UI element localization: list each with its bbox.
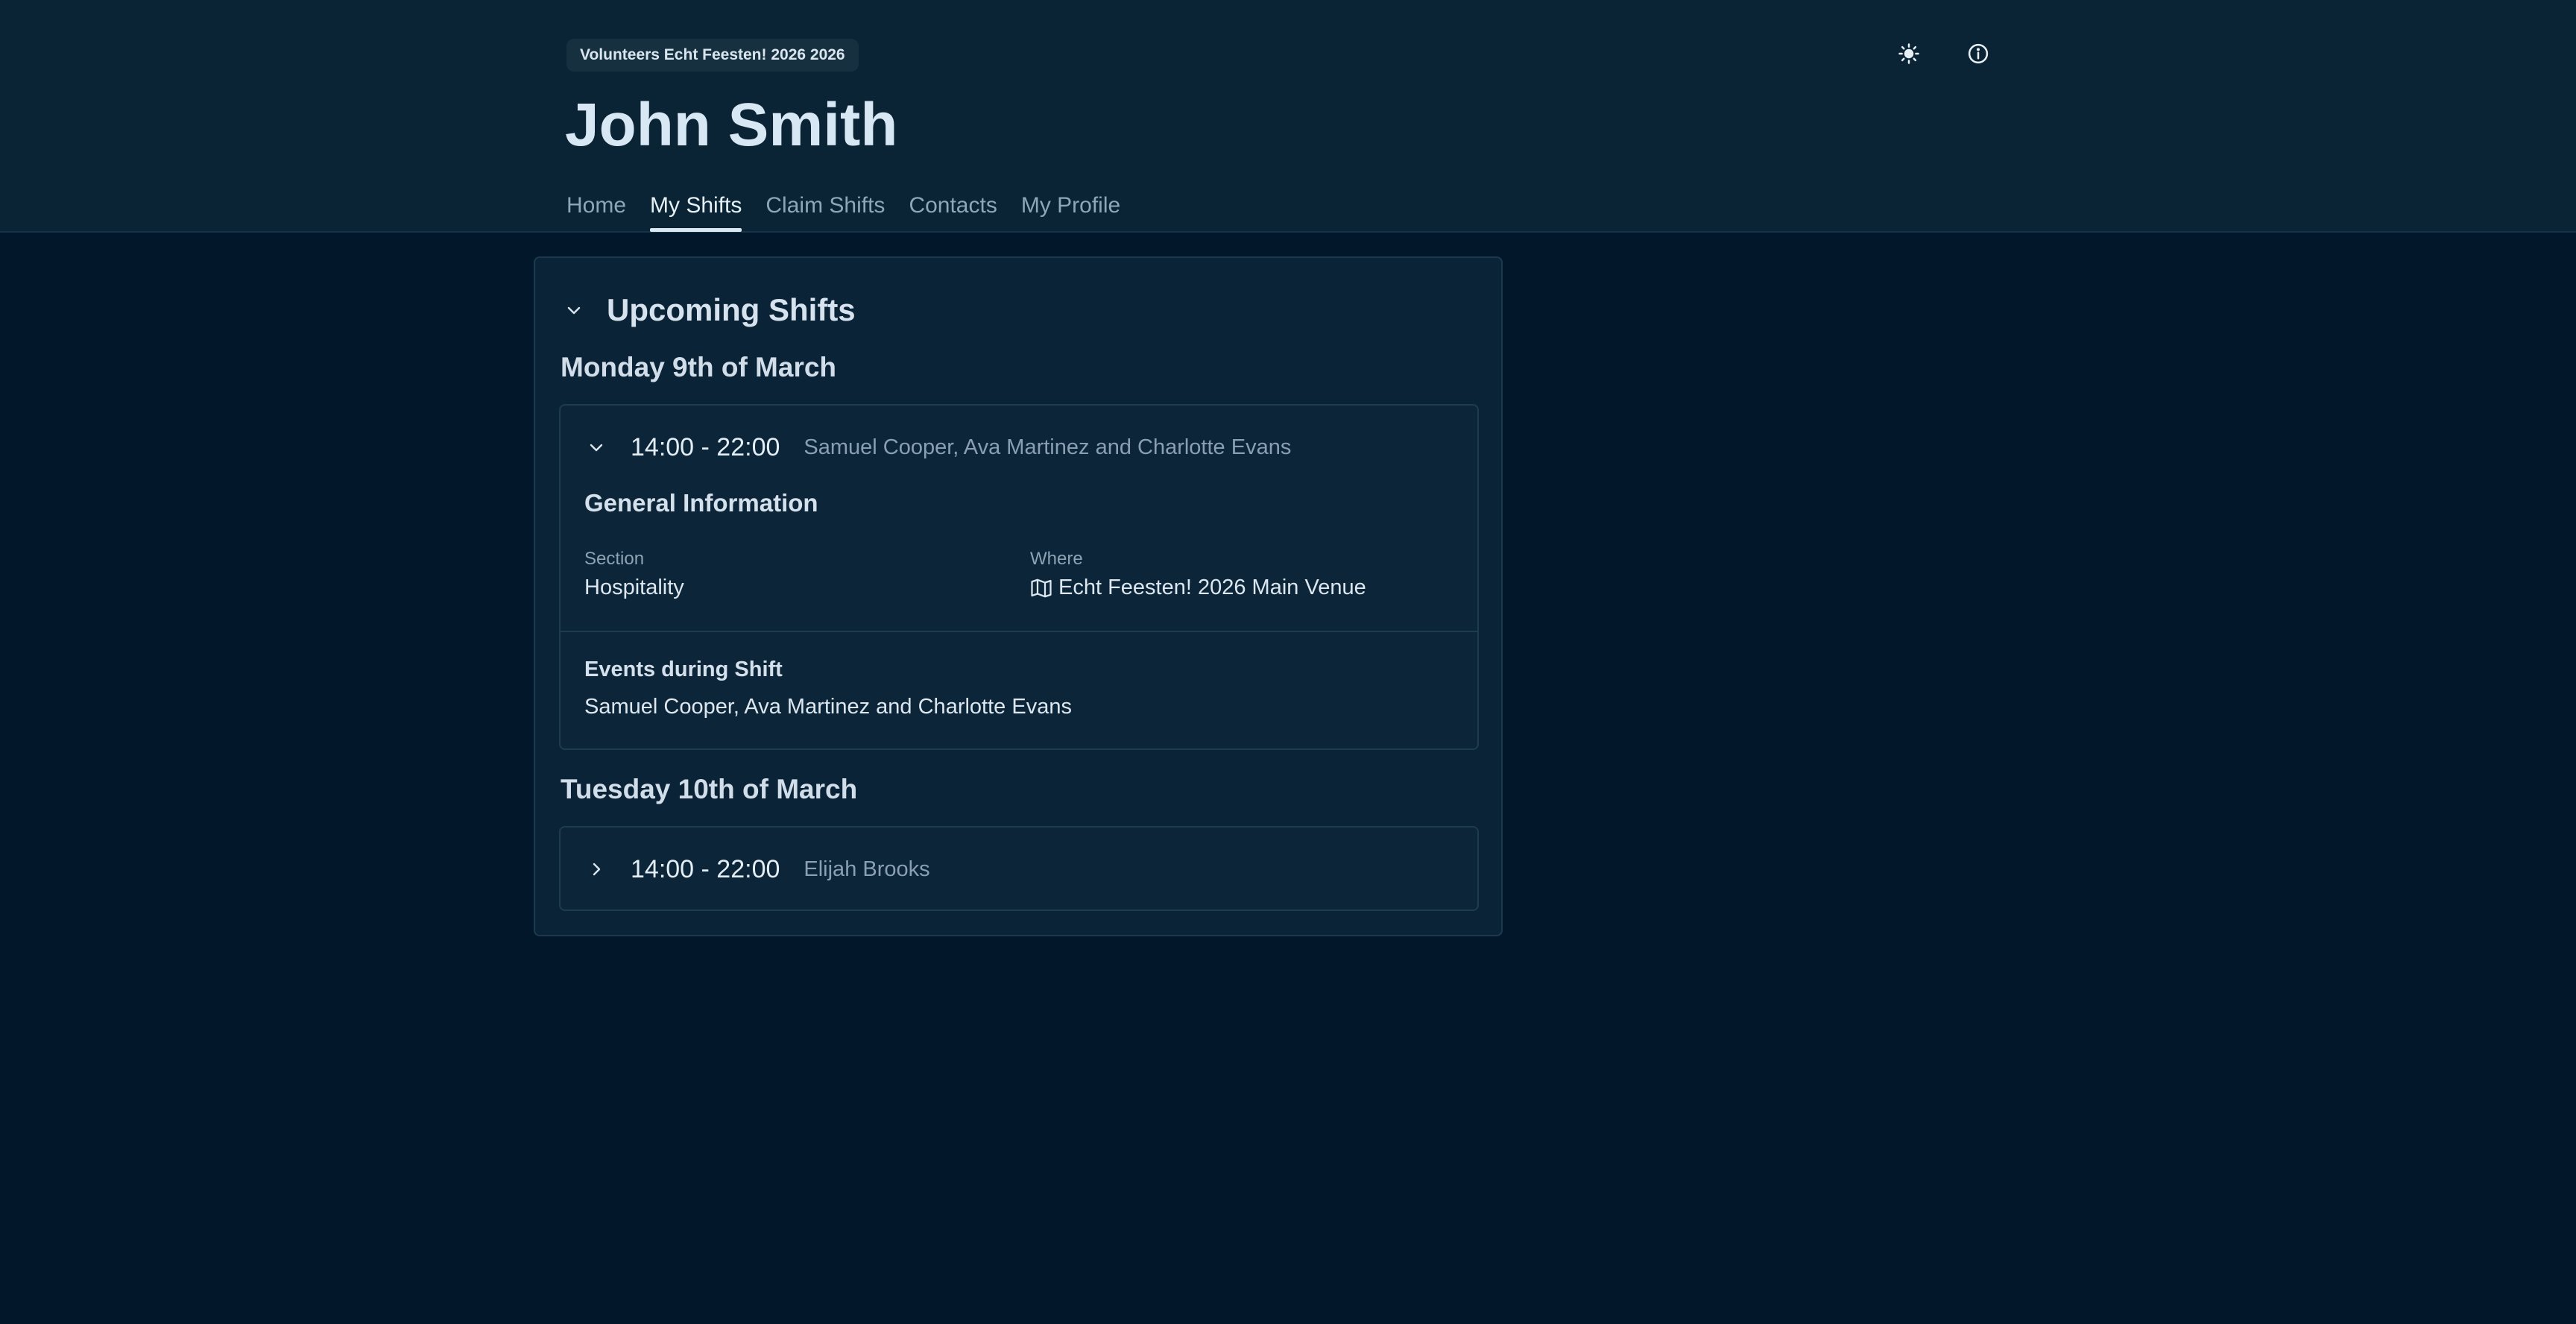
where-value: Echt Feesten! 2026 Main Venue bbox=[1030, 576, 1366, 600]
divider bbox=[561, 631, 1477, 632]
page-title: John Smith bbox=[565, 91, 898, 159]
info-button[interactable] bbox=[1960, 36, 1996, 72]
theme-toggle-button[interactable] bbox=[1891, 36, 1927, 72]
general-information-title: General Information bbox=[584, 489, 818, 517]
sun-icon bbox=[1898, 43, 1919, 64]
chevron-down-icon[interactable] bbox=[559, 295, 589, 325]
upcoming-shifts-card: Upcoming Shifts Monday 9th of March 14:0… bbox=[534, 256, 1503, 936]
shift-time: 14:00 - 22:00 bbox=[631, 854, 780, 883]
day-heading: Monday 9th of March bbox=[561, 352, 837, 382]
section-label: Section bbox=[584, 549, 645, 569]
shift-people: Elijah Brooks bbox=[804, 857, 930, 881]
map-icon bbox=[1031, 579, 1052, 597]
nav-my-profile[interactable]: My Profile bbox=[1021, 189, 1120, 233]
event-badge: Volunteers Echt Feesten! 2026 2026 bbox=[566, 39, 859, 72]
shift-summary[interactable]: 14:00 - 22:00 Samuel Cooper, Ava Martine… bbox=[581, 428, 1291, 467]
info-icon bbox=[1968, 43, 1989, 64]
app-header: Volunteers Echt Feesten! 2026 2026 John … bbox=[0, 0, 2576, 233]
chevron-down-icon[interactable] bbox=[581, 432, 611, 462]
shift-people: Samuel Cooper, Ava Martinez and Charlott… bbox=[804, 435, 1292, 459]
nav-claim-shifts[interactable]: Claim Shifts bbox=[765, 189, 885, 233]
section-value: Hospitality bbox=[584, 576, 684, 599]
shift-summary[interactable]: 14:00 - 22:00 Elijah Brooks bbox=[581, 850, 930, 889]
chevron-right-icon[interactable] bbox=[581, 854, 611, 884]
events-during-shift-value: Samuel Cooper, Ava Martinez and Charlott… bbox=[584, 695, 1072, 719]
main-nav: Home My Shifts Claim Shifts Contacts My … bbox=[566, 189, 1144, 233]
where-value-text: Echt Feesten! 2026 Main Venue bbox=[1058, 576, 1366, 599]
events-during-shift-title: Events during Shift bbox=[584, 658, 783, 681]
shift-time: 14:00 - 22:00 bbox=[631, 432, 780, 461]
shift-item-collapsed: 14:00 - 22:00 Elijah Brooks bbox=[559, 826, 1479, 911]
shift-item-expanded: 14:00 - 22:00 Samuel Cooper, Ava Martine… bbox=[559, 404, 1479, 750]
nav-contacts[interactable]: Contacts bbox=[909, 189, 997, 233]
where-label: Where bbox=[1030, 549, 1083, 569]
nav-home[interactable]: Home bbox=[566, 189, 626, 233]
upcoming-shifts-title: Upcoming Shifts bbox=[607, 292, 856, 327]
day-heading: Tuesday 10th of March bbox=[561, 774, 858, 804]
upcoming-shifts-header[interactable]: Upcoming Shifts bbox=[559, 288, 856, 332]
nav-my-shifts[interactable]: My Shifts bbox=[650, 189, 742, 233]
